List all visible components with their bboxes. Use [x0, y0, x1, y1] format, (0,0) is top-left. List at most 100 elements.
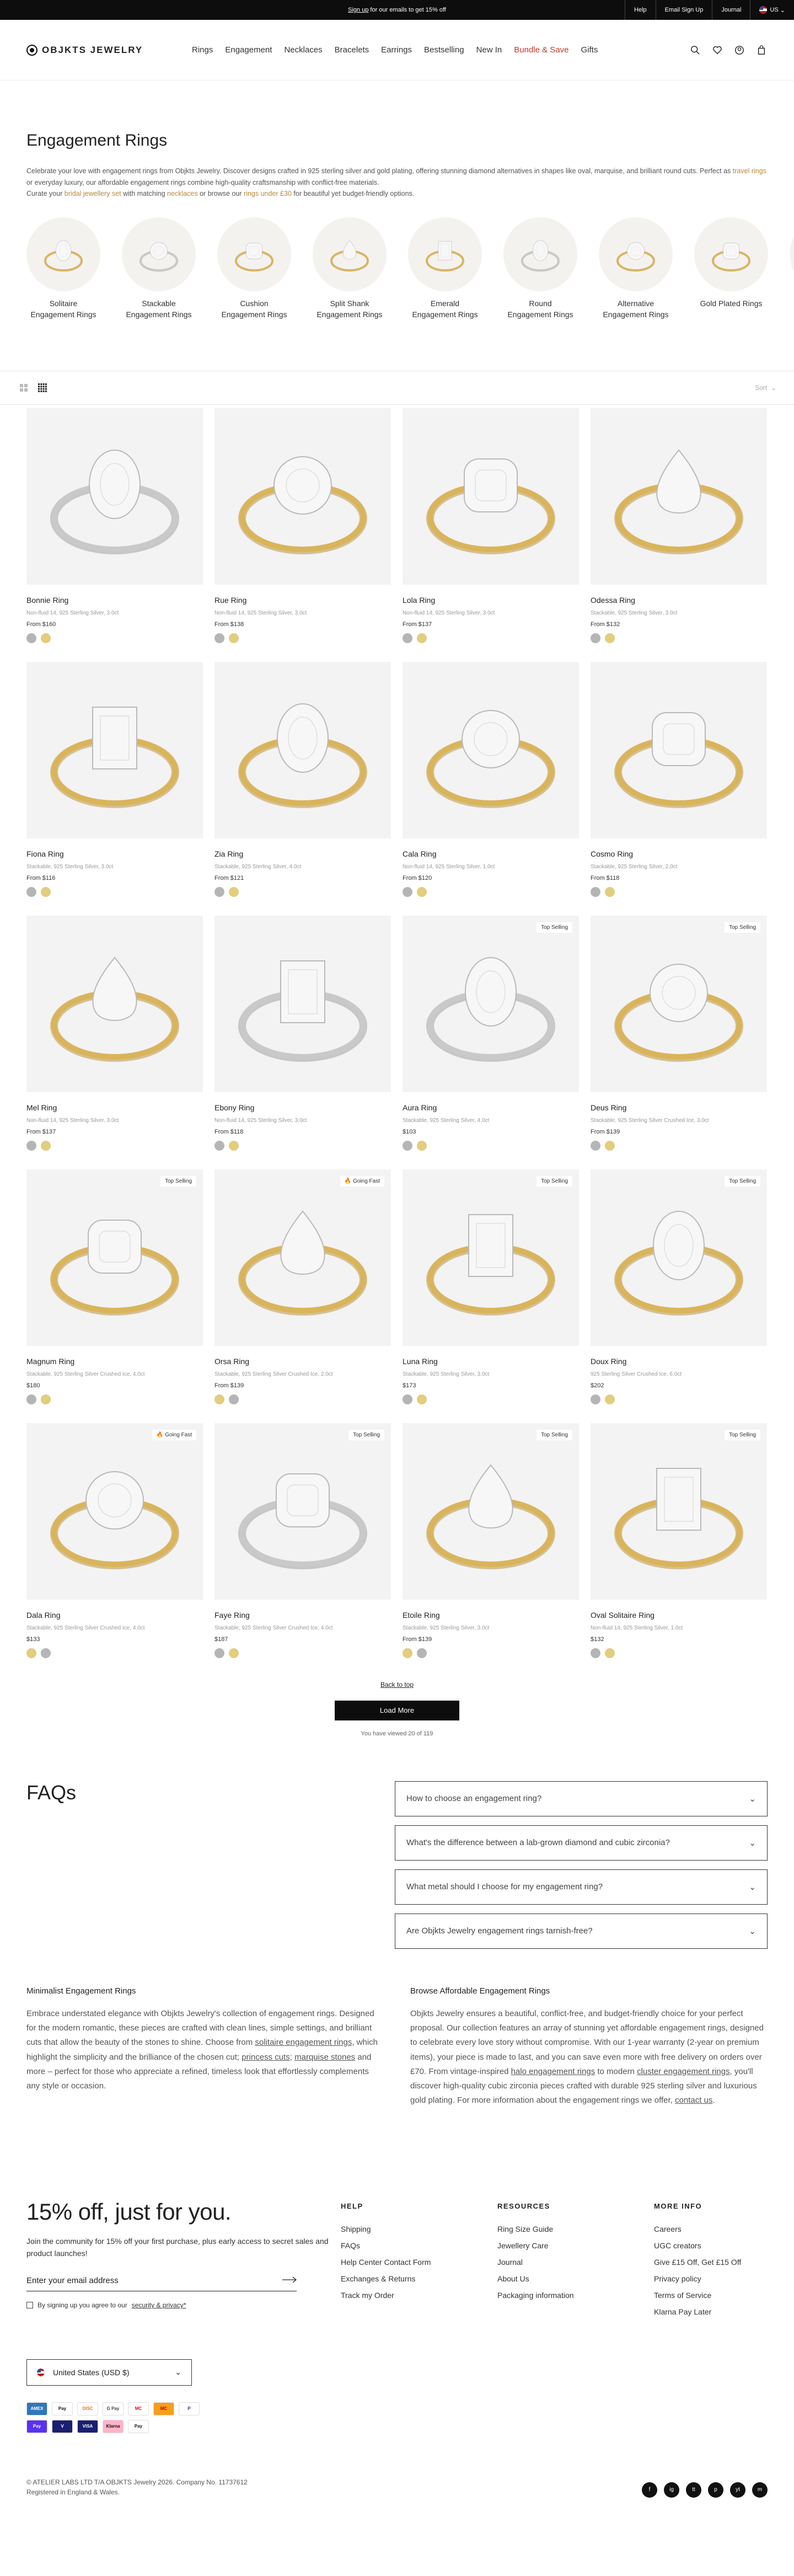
- youtube-icon[interactable]: yt: [730, 2482, 745, 2498]
- load-more-button[interactable]: Load More: [335, 1700, 459, 1720]
- product-name[interactable]: Bonnie Ring: [26, 596, 203, 605]
- metal-swatch[interactable]: [403, 633, 412, 643]
- metal-swatch[interactable]: [26, 1140, 36, 1151]
- product-image[interactable]: Top Selling: [214, 1423, 391, 1600]
- metal-swatch[interactable]: [417, 886, 427, 897]
- product-card[interactable]: Top Selling Aura Ring Stackable, 925 Sterl…: [403, 915, 579, 1169]
- product-image[interactable]: [214, 915, 391, 1092]
- product-card[interactable]: 🔥 Going Fast Dala Ring Stackable, 925 Ster…: [26, 1423, 203, 1677]
- category-item[interactable]: Alternative Engagement Rings: [599, 217, 673, 321]
- product-image[interactable]: [26, 408, 203, 585]
- metal-swatch[interactable]: [214, 1394, 224, 1404]
- metal-swatch[interactable]: [41, 1140, 51, 1151]
- product-name[interactable]: Odessa Ring: [591, 596, 767, 605]
- metal-swatch[interactable]: [26, 886, 36, 897]
- contact-us-link[interactable]: contact us: [675, 2096, 712, 2105]
- category-item[interactable]: Cushion Engagement Rings: [217, 217, 291, 321]
- product-card[interactable]: Ebony Ring Non-fluid 14, 925 Sterling Sil…: [214, 915, 391, 1169]
- facebook-icon[interactable]: f: [642, 2482, 657, 2498]
- metal-swatch[interactable]: [417, 1140, 427, 1151]
- country-selector[interactable]: US ⌄: [750, 0, 794, 20]
- footer-link[interactable]: FAQs: [341, 2241, 497, 2250]
- product-image[interactable]: 🔥 Going Fast: [214, 1169, 391, 1346]
- footer-link[interactable]: Exchanges & Returns: [341, 2274, 497, 2283]
- product-card[interactable]: Bonnie Ring Non-fluid 14, 925 Sterling Si…: [26, 408, 203, 662]
- product-image[interactable]: [26, 915, 203, 1092]
- product-card[interactable]: Odessa Ring Stackable, 925 Sterling Silve…: [591, 408, 767, 662]
- footer-link[interactable]: Give £15 Off, Get £15 Off: [654, 2258, 764, 2267]
- product-image[interactable]: Top Selling: [591, 1169, 767, 1346]
- product-image[interactable]: Top Selling: [403, 1423, 579, 1600]
- pinterest-icon[interactable]: p: [708, 2482, 723, 2498]
- nav-bracelets[interactable]: Bracelets: [335, 45, 369, 55]
- product-card[interactable]: Top Selling Doux Ring 925 Sterling Silver …: [591, 1169, 767, 1423]
- footer-link[interactable]: Careers: [654, 2225, 764, 2233]
- metal-swatch[interactable]: [229, 1140, 239, 1151]
- metal-swatch[interactable]: [214, 1140, 224, 1151]
- product-image[interactable]: [26, 661, 203, 838]
- product-name[interactable]: Rue Ring: [214, 596, 391, 605]
- product-image[interactable]: [591, 661, 767, 838]
- product-name[interactable]: Cosmo Ring: [591, 849, 767, 858]
- journal-link[interactable]: Journal: [712, 0, 750, 20]
- metal-swatch[interactable]: [41, 1394, 51, 1404]
- email-signup-link[interactable]: Email Sign Up: [655, 0, 712, 20]
- product-card[interactable]: Cosmo Ring Stackable, 925 Sterling Silver…: [591, 661, 767, 916]
- email-field[interactable]: Enter your email address: [26, 2276, 297, 2292]
- product-name[interactable]: Aura Ring: [403, 1103, 579, 1112]
- product-name[interactable]: Orsa Ring: [214, 1357, 391, 1366]
- product-card[interactable]: Lola Ring Non-fluid 14, 925 Sterling Silv…: [403, 408, 579, 662]
- rings-under-30-link[interactable]: rings under £30: [244, 190, 292, 197]
- cluster-link[interactable]: cluster engagement rings: [637, 2067, 729, 2076]
- footer-link[interactable]: UGC creators: [654, 2241, 764, 2250]
- category-item[interactable]: Solitaire Engagement Rings: [26, 217, 100, 321]
- marquise-link[interactable]: marquise stones: [294, 2053, 355, 2062]
- halo-link[interactable]: halo engagement rings: [511, 2067, 596, 2076]
- category-item[interactable]: Split Shank Engagement Rings: [313, 217, 387, 321]
- sort-dropdown[interactable]: Sort ⌄: [755, 384, 776, 392]
- product-card[interactable]: Top Selling Luna Ring Stackable, 925 Sterl…: [403, 1169, 579, 1423]
- instagram-icon[interactable]: ig: [664, 2482, 679, 2498]
- product-card[interactable]: Fiona Ring Stackable, 925 Sterling Silver…: [26, 661, 203, 916]
- footer-link[interactable]: About Us: [497, 2274, 654, 2283]
- footer-link[interactable]: Ring Size Guide: [497, 2225, 654, 2233]
- product-name[interactable]: Ebony Ring: [214, 1103, 391, 1112]
- metal-swatch[interactable]: [214, 1648, 224, 1658]
- product-image[interactable]: [591, 408, 767, 585]
- metal-swatch[interactable]: [591, 1648, 600, 1658]
- metal-swatch[interactable]: [605, 1648, 615, 1658]
- country-currency-select[interactable]: United States (USD $) ⌄: [26, 2359, 192, 2386]
- heart-icon[interactable]: [711, 44, 723, 56]
- footer-link[interactable]: Shipping: [341, 2225, 497, 2233]
- metal-swatch[interactable]: [41, 633, 51, 643]
- metal-swatch[interactable]: [403, 1648, 412, 1658]
- metal-swatch[interactable]: [41, 1648, 51, 1658]
- product-image[interactable]: [214, 408, 391, 585]
- metal-swatch[interactable]: [229, 1394, 239, 1404]
- metal-swatch[interactable]: [417, 1648, 427, 1658]
- category-item[interactable]: Round Engagement Rings: [503, 217, 577, 321]
- product-card[interactable]: Top Selling Etoile Ring Stackable, 925 Ste…: [403, 1423, 579, 1677]
- metal-swatch[interactable]: [591, 1140, 600, 1151]
- necklaces-link[interactable]: necklaces: [167, 190, 198, 197]
- metal-swatch[interactable]: [605, 886, 615, 897]
- product-name[interactable]: Fiona Ring: [26, 849, 203, 858]
- metal-swatch[interactable]: [26, 1648, 36, 1658]
- footer-link[interactable]: Journal: [497, 2258, 654, 2267]
- tiktok-icon[interactable]: tt: [686, 2482, 701, 2498]
- metal-swatch[interactable]: [26, 1394, 36, 1404]
- product-name[interactable]: Lola Ring: [403, 596, 579, 605]
- signup-link[interactable]: Sign up: [348, 7, 368, 13]
- nav-bundle-save[interactable]: Bundle & Save: [514, 45, 568, 55]
- product-card[interactable]: Mel Ring Non-fluid 14, 925 Sterling Silve…: [26, 915, 203, 1169]
- product-image[interactable]: 🔥 Going Fast: [26, 1423, 203, 1600]
- footer-link[interactable]: Track my Order: [341, 2291, 497, 2300]
- faq-item[interactable]: How to choose an engagement ring? ⌄: [395, 1781, 768, 1816]
- product-image[interactable]: [214, 661, 391, 838]
- footer-link[interactable]: Jewellery Care: [497, 2241, 654, 2250]
- metal-swatch[interactable]: [41, 886, 51, 897]
- metal-swatch[interactable]: [605, 1140, 615, 1151]
- bag-icon[interactable]: [755, 44, 768, 56]
- footer-link[interactable]: Packaging information: [497, 2291, 654, 2300]
- travel-rings-link[interactable]: travel rings: [733, 167, 766, 175]
